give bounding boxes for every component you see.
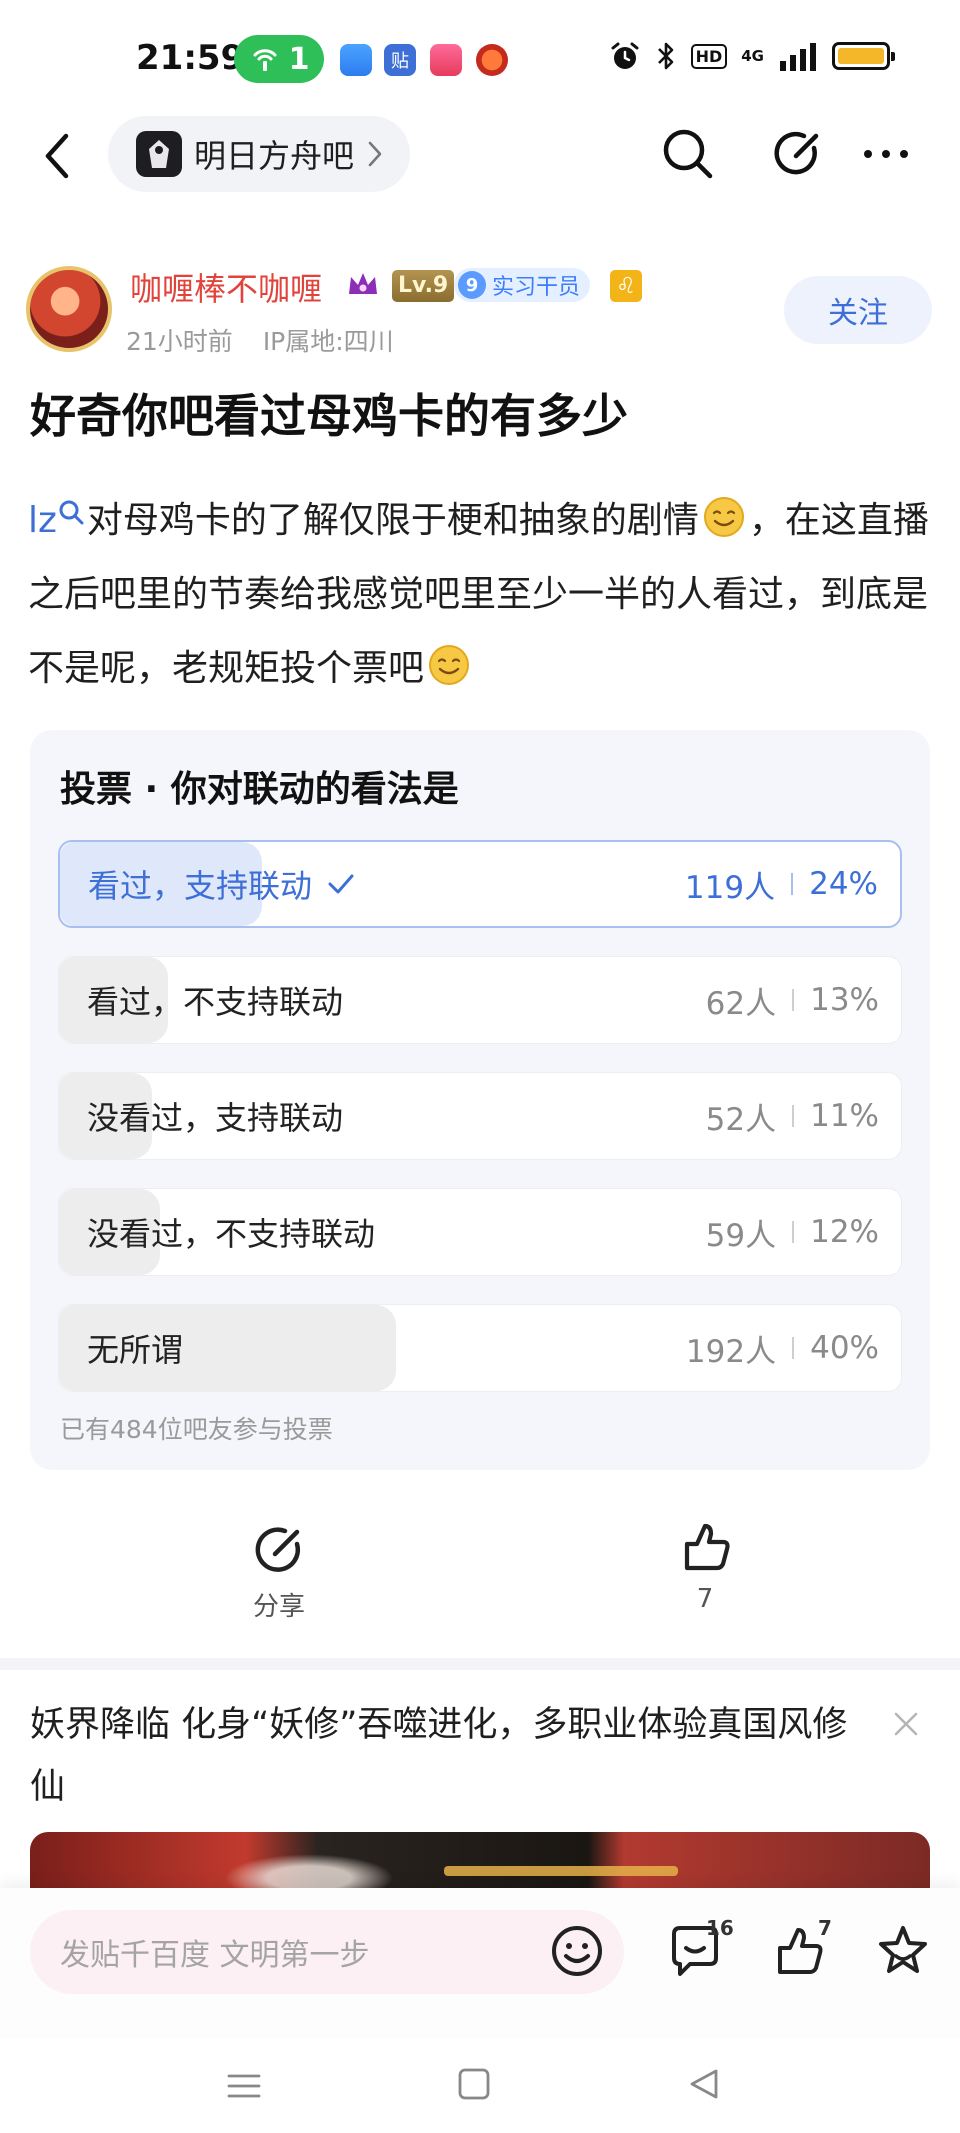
share-label: 分享: [252, 1592, 305, 1622]
clock: 21:59: [136, 38, 245, 78]
chevron-right-icon: [368, 141, 382, 167]
level-badge: Lv.9: [392, 270, 455, 302]
vote-option[interactable]: 看过，支持联动 119人 24%: [58, 840, 902, 928]
post-title: 好奇你吧看过母鸡卡的有多少: [30, 389, 628, 443]
crown-badge-icon: [349, 273, 377, 294]
vote-option[interactable]: 没看过，支持联动 52人 11%: [58, 1072, 902, 1160]
vote-count: 119人: [684, 869, 776, 906]
back-triangle-icon[interactable]: [686, 2066, 722, 2102]
alarm-icon: [611, 42, 639, 69]
vote-count: 52人: [705, 1101, 777, 1138]
ad-title[interactable]: 妖界降临 化身“妖修”吞噬进化，多职业体验真国风修仙: [30, 1694, 850, 1818]
comment-count: 16: [706, 1916, 734, 1940]
post-time: 21小时前: [126, 327, 233, 356]
vote-divider: [791, 873, 794, 895]
author-name[interactable]: 咖喱棒不咖喱: [130, 264, 322, 310]
like-button[interactable]: 7: [650, 1520, 760, 1614]
status-bar: 21:59 1 贴 HD 4G: [0, 0, 960, 120]
vote-option-label: 看过，不支持联动: [87, 983, 344, 1021]
vote-title: 投票 · 你对联动的看法是: [60, 769, 459, 810]
tieba-app-icon: 贴: [384, 44, 416, 76]
top-nav: 明日方舟吧: [0, 110, 960, 200]
more-icon[interactable]: [858, 126, 914, 182]
vote-percent: 13%: [810, 982, 879, 1018]
hd-indicator: HD: [690, 43, 728, 69]
home-icon[interactable]: [456, 2066, 492, 2102]
vote-count: 62人: [705, 985, 777, 1022]
game-app-icon: [476, 44, 508, 76]
bluetooth-icon: [657, 42, 673, 70]
vote-option-label: 没看过，支持联动: [87, 1099, 344, 1137]
author-meta: 21小时前 IP属地:四川: [126, 322, 394, 358]
vote-option-label: 没看过，不支持联动: [87, 1215, 376, 1253]
author-avatar[interactable]: [26, 266, 112, 352]
check-icon: [328, 874, 354, 894]
search-lz-icon[interactable]: [57, 498, 85, 526]
system-icons: HD 4G: [609, 40, 895, 72]
emoji-icon[interactable]: [548, 1922, 606, 1980]
thumbs-up-icon: [684, 1523, 730, 1571]
reply-input[interactable]: 发贴千百度 文明第一步: [30, 1910, 624, 1994]
bar-like-count: 7: [818, 1916, 832, 1940]
vote-option[interactable]: 没看过，不支持联动 59人 12%: [58, 1188, 902, 1276]
shopping-app-icon: [430, 44, 462, 76]
forum-logo-icon: [136, 131, 182, 177]
forum-name: 明日方舟吧: [194, 137, 355, 175]
hotspot-indicator[interactable]: 1: [234, 35, 324, 83]
share-button[interactable]: 分享: [224, 1522, 334, 1623]
edit-icon[interactable]: [770, 126, 826, 182]
star-icon[interactable]: [874, 1922, 932, 1980]
zodiac-badge-icon: ♌: [610, 270, 642, 302]
hotspot-icon: [253, 49, 277, 71]
system-nav-bar: [0, 2038, 960, 2133]
vote-percent: 40%: [810, 1330, 879, 1366]
smile-emoji-icon: [429, 645, 470, 685]
vote-divider: [792, 1221, 795, 1243]
network-type: 4G: [741, 46, 764, 65]
signal-icon: [780, 43, 816, 71]
role-badge-label: 实习干员: [492, 275, 581, 300]
vote-percent: 12%: [810, 1214, 879, 1250]
vote-option-label: 无所谓: [87, 1331, 184, 1369]
forum-chip[interactable]: 明日方舟吧: [108, 116, 411, 192]
smile-emoji-icon: [703, 497, 744, 537]
role-badge-number: 9: [458, 271, 486, 299]
role-badge: 9 实习干员: [454, 268, 591, 302]
bottom-bar: 发贴千百度 文明第一步 16 7: [0, 1888, 960, 2038]
vote-option-label: 看过，支持联动: [88, 867, 313, 905]
post-body-text-1: 对母鸡卡的了解仅限于梗和抽象的剧情: [86, 500, 699, 541]
vote-percent: 11%: [810, 1098, 879, 1134]
hotspot-count: 1: [288, 41, 310, 77]
ad-image[interactable]: [30, 1832, 930, 1892]
battery-icon: [832, 42, 895, 70]
back-arrow-icon[interactable]: [36, 130, 84, 182]
like-count: 7: [696, 1584, 714, 1614]
vote-divider: [792, 1337, 795, 1359]
vote-divider: [792, 1105, 795, 1127]
lz-tag[interactable]: lz: [28, 500, 57, 541]
vote-count: 59人: [705, 1217, 777, 1254]
post-body: lz 对母鸡卡的了解仅限于梗和抽象的剧情 ，在这直播之后吧里的节奏给我感觉吧里至少一…: [28, 484, 938, 706]
close-icon[interactable]: [888, 1706, 924, 1742]
vote-option[interactable]: 无所谓 192人 40%: [58, 1304, 902, 1392]
search-icon[interactable]: [660, 126, 716, 182]
vote-card: 投票 · 你对联动的看法是 看过，支持联动 119人 24% 看过，不支持联动 …: [30, 730, 930, 1470]
follow-button[interactable]: 关注: [784, 276, 932, 344]
vote-option[interactable]: 看过，不支持联动 62人 13%: [58, 956, 902, 1044]
ip-location: IP属地:四川: [262, 327, 394, 356]
vote-percent: 24%: [809, 866, 878, 902]
menu-icon[interactable]: [226, 2068, 262, 2104]
weather-app-icon: [340, 44, 372, 76]
share-icon: [255, 1527, 301, 1572]
vote-count: 192人: [685, 1333, 777, 1370]
section-divider: [0, 1658, 960, 1670]
vote-footer: 已有484位吧友参与投票: [60, 1415, 333, 1444]
vote-divider: [792, 989, 795, 1011]
